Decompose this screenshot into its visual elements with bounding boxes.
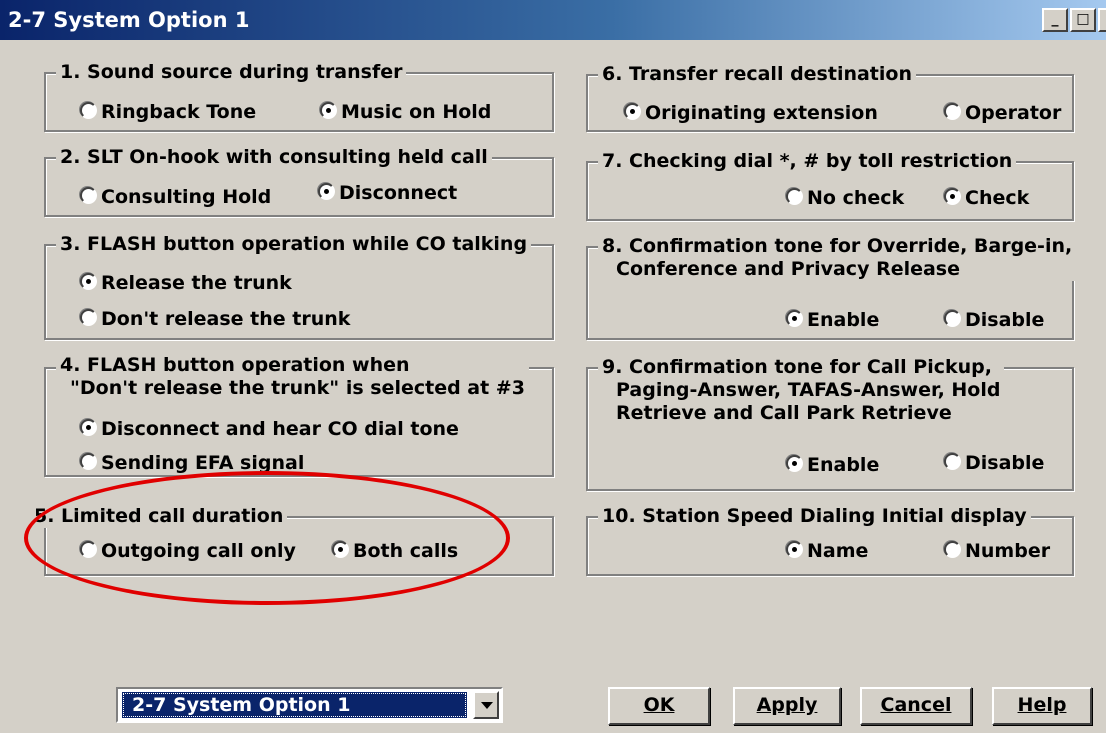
radio-pickup-enable[interactable]: Enable	[786, 453, 879, 477]
help-button[interactable]: Help	[992, 687, 1092, 725]
apply-button[interactable]: Apply	[733, 687, 841, 725]
group-confirm-pickup-legend: 9. Confirmation tone for Call Pickup, Pa…	[598, 356, 1005, 425]
title-bar: 2-7 System Option 1 _ □	[0, 0, 1112, 40]
radio-release-trunk-dot	[80, 273, 97, 290]
radio-originating-extension-dot	[624, 103, 641, 120]
radio-pickup-disable[interactable]: Disable	[944, 451, 1044, 475]
radio-both-calls-dot	[332, 541, 349, 558]
radio-music-on-hold[interactable]: Music on Hold	[320, 100, 491, 124]
page-select-dropdown[interactable]: 2-7 System Option 1	[116, 687, 503, 723]
chevron-down-icon[interactable]	[473, 691, 499, 719]
radio-override-disable-dot	[944, 310, 961, 327]
page-select-value: 2-7 System Option 1	[122, 692, 467, 718]
radio-override-enable-dot	[786, 310, 803, 327]
radio-pickup-enable-dot	[786, 455, 803, 472]
group-slt-onhook-legend: 2. SLT On-hook with consulting held call	[56, 146, 492, 169]
radio-consulting-hold-dot	[80, 187, 97, 204]
radio-consulting-hold[interactable]: Consulting Hold	[80, 185, 271, 209]
group-confirm-override-legend: 8. Confirmation tone for Override, Barge…	[598, 235, 1077, 281]
radio-disconnect[interactable]: Disconnect	[318, 181, 457, 205]
radio-sending-efa[interactable]: Sending EFA signal	[80, 451, 304, 475]
group-speed-dialing-display-legend: 10. Station Speed Dialing Initial displa…	[598, 505, 1031, 528]
ok-button[interactable]: OK	[608, 687, 710, 725]
group-limited-call-duration-legend: 5. Limited call duration	[30, 505, 288, 528]
group-flash-co-talking-legend: 3. FLASH button operation while CO talki…	[56, 233, 532, 256]
maximize-button[interactable]: □	[1070, 8, 1096, 32]
radio-disconnect-dial-tone[interactable]: Disconnect and hear CO dial tone	[80, 417, 459, 441]
dialog-window: 2-7 System Option 1 _ □ 1. Sound source …	[0, 0, 1112, 733]
radio-display-name[interactable]: Name	[786, 539, 868, 563]
radio-release-trunk[interactable]: Release the trunk	[80, 271, 292, 295]
group-flash-dont-release-legend: 4. FLASH button operation when "Don't re…	[56, 354, 529, 400]
radio-display-name-dot	[786, 541, 803, 558]
radio-outgoing-only[interactable]: Outgoing call only	[80, 539, 296, 563]
radio-originating-extension[interactable]: Originating extension	[624, 101, 878, 125]
group-sound-source-legend: 1. Sound source during transfer	[56, 61, 407, 84]
radio-ringback-tone[interactable]: Ringback Tone	[80, 100, 256, 124]
radio-outgoing-only-dot	[80, 541, 97, 558]
radio-check[interactable]: Check	[944, 186, 1029, 210]
radio-display-number[interactable]: Number	[944, 539, 1050, 563]
radio-display-number-dot	[944, 541, 961, 558]
radio-disconnect-dot	[318, 183, 335, 200]
radio-disconnect-dial-tone-dot	[80, 419, 97, 436]
group-checking-dial-legend: 7. Checking dial *, # by toll restrictio…	[598, 150, 1017, 173]
radio-operator-dot	[944, 103, 961, 120]
radio-dont-release-trunk-dot	[80, 309, 97, 326]
radio-override-disable[interactable]: Disable	[944, 308, 1044, 332]
radio-both-calls[interactable]: Both calls	[332, 539, 458, 563]
radio-music-on-hold-dot	[320, 102, 337, 119]
window-title: 2-7 System Option 1	[8, 8, 250, 32]
radio-override-enable[interactable]: Enable	[786, 308, 879, 332]
radio-dont-release-trunk[interactable]: Don't release the trunk	[80, 307, 350, 331]
radio-check-dot	[944, 188, 961, 205]
radio-no-check-dot	[786, 188, 803, 205]
radio-sending-efa-dot	[80, 453, 97, 470]
cancel-button[interactable]: Cancel	[860, 687, 972, 725]
radio-pickup-disable-dot	[944, 453, 961, 470]
group-transfer-recall-legend: 6. Transfer recall destination	[598, 63, 916, 86]
radio-operator[interactable]: Operator	[944, 101, 1061, 125]
radio-no-check[interactable]: No check	[786, 186, 904, 210]
radio-ringback-tone-dot	[80, 102, 97, 119]
window-edge	[1106, 0, 1112, 733]
minimize-button[interactable]: _	[1042, 8, 1068, 32]
